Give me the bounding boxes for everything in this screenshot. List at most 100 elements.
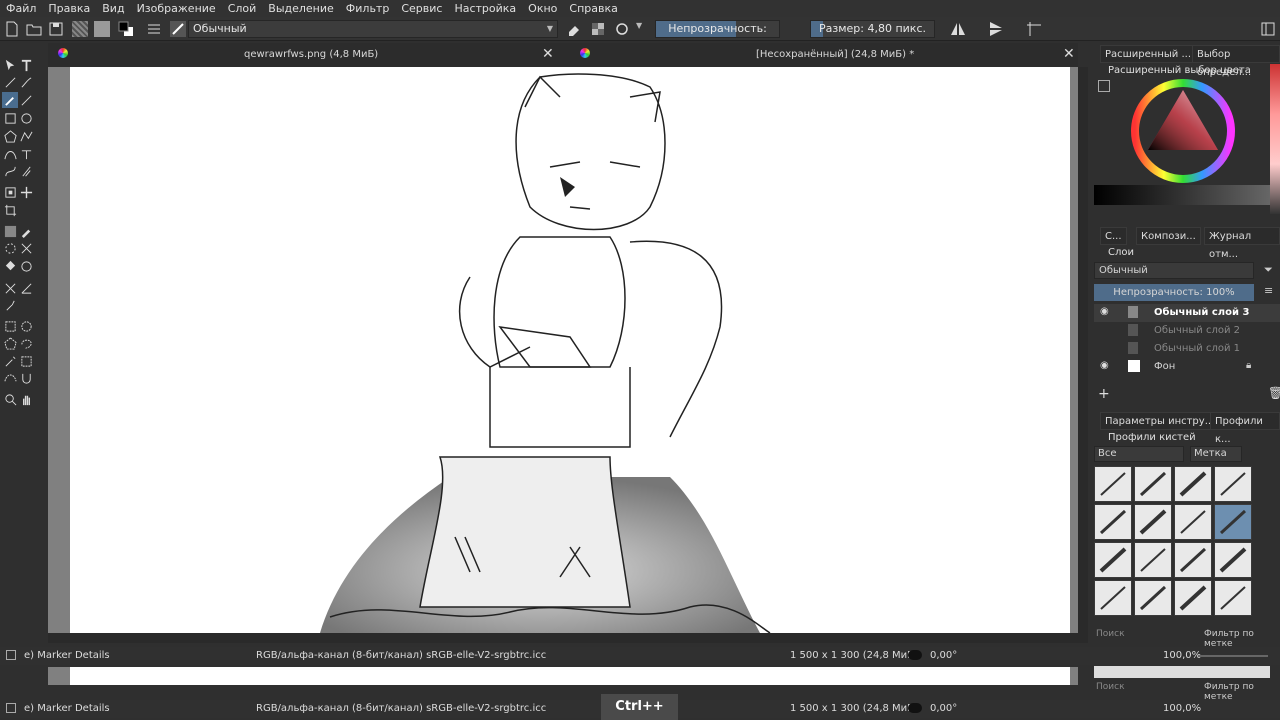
menu-settings[interactable]: Настройка [448,2,522,15]
menu-image[interactable]: Изображение [131,2,222,15]
layer-opacity-slider[interactable]: Непрозрачность: 100% [1094,284,1254,301]
color-patches[interactable] [1270,64,1280,214]
polygon-select-icon[interactable] [2,335,18,351]
brush-filter-select[interactable]: Все [1094,446,1184,462]
polyline-tool-icon[interactable] [18,128,34,144]
freehand-brush-icon[interactable] [2,92,18,108]
fg-bg-color-icon[interactable] [118,21,134,37]
filter-by-tag-toggle[interactable]: Фильтр по метке [1204,629,1280,649]
menu-icon[interactable]: ≡ [1264,284,1273,297]
brush-preset-tile[interactable] [1094,504,1132,540]
mirror-horizontal-icon[interactable] [950,21,966,37]
brush-settings-icon[interactable] [146,21,162,37]
open-folder-icon[interactable] [26,21,42,37]
close-icon[interactable]: ✕ [542,46,554,62]
color-wheel[interactable] [1130,78,1236,184]
reload-icon[interactable] [614,21,630,37]
add-layer-icon[interactable]: + [1098,386,1110,402]
brush-preset-tile[interactable] [1094,466,1132,502]
ellipse-tool-icon[interactable] [18,110,34,126]
tab-brush-presets[interactable]: Профили к... [1210,412,1280,445]
eraser-icon[interactable] [566,21,582,37]
brush-search-input[interactable]: Поиск [1096,682,1125,692]
bezier-tool-icon[interactable] [2,146,18,162]
tab-tool-options[interactable]: Параметры инстру... [1100,412,1220,430]
blend-mode-select[interactable]: Обычный ▼ [188,20,558,38]
dynamic-brush-icon[interactable] [2,163,18,179]
calligraphy-icon[interactable] [18,74,34,90]
mirror-vertical-icon[interactable] [988,21,1004,37]
measure-tool-icon[interactable] [18,280,34,296]
delete-layer-icon[interactable]: 🗑︎ [1268,386,1280,400]
menu-help[interactable]: Справка [563,2,623,15]
menu-file[interactable]: Файл [0,2,42,15]
brush-preset-tile[interactable] [1094,580,1132,616]
brush-preset-icon[interactable] [170,21,186,37]
edit-shapes-icon[interactable] [2,74,18,90]
brush-preset-tile[interactable] [1174,466,1212,502]
ellipse-select-icon[interactable] [18,318,34,334]
reference-tool-icon[interactable] [2,297,18,313]
layer-row[interactable]: Обычный слой 2 [1094,322,1280,340]
select-shapes-icon[interactable] [2,57,18,73]
save-icon[interactable] [48,21,64,37]
size-slider[interactable]: Размер: 4,80 пикс. [810,20,935,38]
new-document-icon[interactable] [4,21,20,37]
brush-tag-select[interactable]: Метка [1190,446,1242,462]
tab-layers[interactable]: С... [1100,227,1127,245]
multibrush-icon[interactable] [18,163,34,179]
tab-advanced-color[interactable]: Расширенный ... [1100,45,1196,63]
opacity-slider[interactable]: Непрозрачность: 65% [655,20,780,38]
smart-patch-icon[interactable] [18,240,34,256]
brush-preset-tile[interactable] [1174,580,1212,616]
close-icon[interactable]: ✕ [1063,46,1075,62]
lock-icon[interactable]: 🔒︎ [1246,360,1251,371]
assistant-tool-icon[interactable] [2,280,18,296]
brush-preset-tile[interactable] [1174,542,1212,578]
brush-preset-tile[interactable] [1094,542,1132,578]
freehand-select-icon[interactable] [18,335,34,351]
tab-undo-history[interactable]: Журнал отм... [1204,227,1280,260]
brush-preset-tile[interactable] [1214,580,1252,616]
brush-preset-tile[interactable] [1134,504,1172,540]
pattern-icon[interactable] [72,21,88,37]
enclose-fill-icon[interactable] [18,258,34,274]
tab-document-2[interactable]: [Несохранённый] (24,8 МиБ) * [756,43,914,67]
brush-preset-tile[interactable] [1134,542,1172,578]
gradient-tool-icon[interactable] [2,223,18,239]
line-tool-icon[interactable] [18,92,34,108]
gradient-icon[interactable] [94,21,110,37]
magnetic-select-icon[interactable] [18,370,34,386]
colorize-mask-icon[interactable] [2,240,18,256]
brush-preset-tile[interactable] [1174,504,1212,540]
menu-edit[interactable]: Правка [42,2,96,15]
pan-tool-icon[interactable] [18,391,34,407]
color-picker-icon[interactable] [18,223,34,239]
freehand-path-icon[interactable] [18,146,34,162]
move-tool-icon[interactable] [18,184,34,200]
contiguous-select-icon[interactable] [2,353,18,369]
tab-specific-color[interactable]: Выбор определ... [1192,45,1280,78]
fill-tool-icon[interactable] [2,258,18,274]
menu-select[interactable]: Выделение [262,2,340,15]
vertical-scrollbar[interactable] [1078,67,1088,643]
menu-filter[interactable]: Фильтр [340,2,396,15]
color-history-strip[interactable] [1094,185,1270,205]
brush-search-input[interactable]: Поиск [1096,629,1125,639]
menu-tools[interactable]: Сервис [395,2,448,15]
filter-icon[interactable]: ⏷ [1264,263,1273,277]
polygon-tool-icon[interactable] [2,128,18,144]
text-tool-icon[interactable] [18,57,34,73]
brush-preset-tile[interactable] [1214,542,1252,578]
tab-document-1[interactable]: qewrawrfws.png (4,8 МиБ) [244,43,378,67]
transform-tool-icon[interactable] [2,184,18,200]
settings-icon[interactable] [1098,80,1110,92]
menu-view[interactable]: Вид [96,2,130,15]
filter-by-tag-toggle[interactable]: Фильтр по метке [1204,682,1280,702]
brush-preset-tile[interactable] [1134,580,1172,616]
bezier-select-icon[interactable] [2,370,18,386]
zoom-tool-icon[interactable] [2,391,18,407]
layer-row[interactable]: ◉ Фон 🔒︎ [1094,358,1280,376]
brush-preset-tile[interactable] [1214,504,1252,540]
wrap-around-icon[interactable] [1026,21,1042,37]
